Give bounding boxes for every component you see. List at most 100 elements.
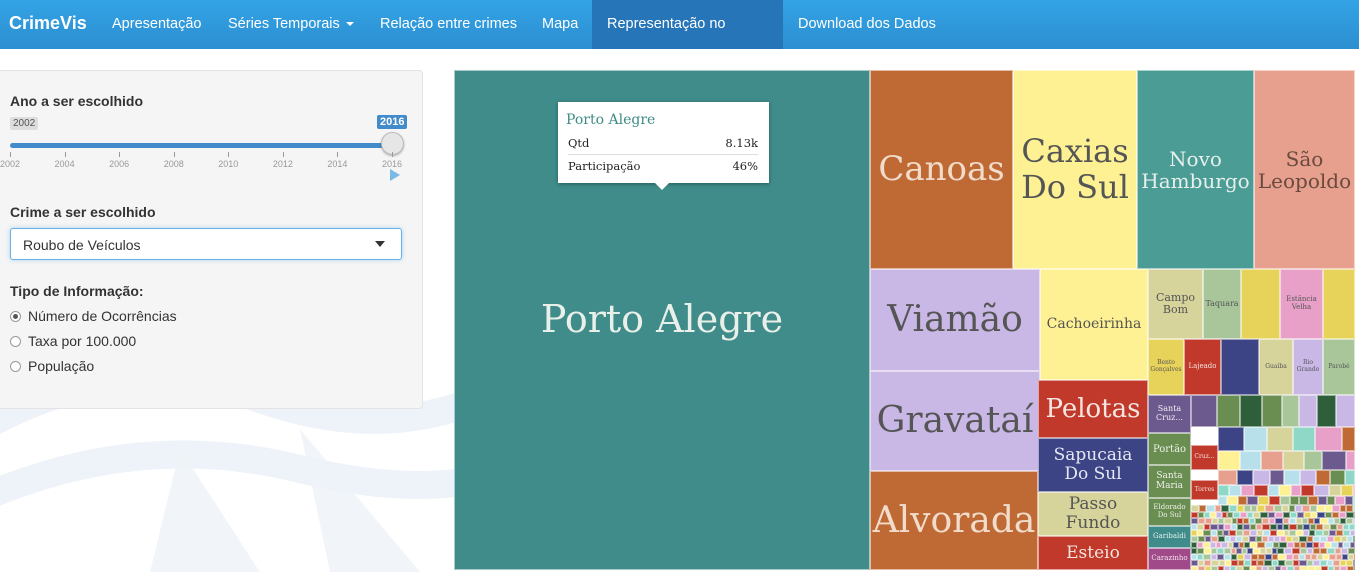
treemap-cell[interactable] — [1322, 451, 1346, 470]
treemap-cell[interactable] — [1284, 470, 1300, 485]
radio-ocorrencias[interactable]: Número de Ocorrências — [10, 308, 177, 324]
treemap-cell[interactable] — [1323, 269, 1355, 339]
treemap-cell[interactable] — [1237, 470, 1253, 485]
treemap-cell[interactable]: Cachoeirinha — [1040, 269, 1148, 380]
treemap-cell[interactable] — [1318, 496, 1327, 505]
treemap-cell[interactable]: Novo Hamburgo — [1137, 70, 1254, 269]
treemap-cell[interactable] — [1211, 566, 1218, 570]
treemap-cell[interactable] — [1253, 470, 1270, 485]
treemap-cell[interactable] — [1241, 485, 1254, 496]
treemap-cell[interactable] — [1327, 496, 1335, 505]
treemap-cell[interactable] — [1330, 470, 1345, 485]
treemap-cell[interactable]: Garibaldi — [1148, 526, 1191, 548]
treemap-cell[interactable]: Lajeado — [1184, 339, 1221, 395]
treemap-cell[interactable]: Passo Fundo — [1038, 492, 1148, 536]
treemap-cell[interactable] — [1244, 505, 1251, 512]
treemap-cell[interactable] — [1325, 505, 1332, 512]
treemap-cell[interactable] — [1227, 496, 1238, 505]
treemap-cell[interactable]: Campo Bom — [1148, 269, 1203, 339]
treemap-cell[interactable] — [1241, 269, 1280, 339]
treemap-cell[interactable] — [1342, 427, 1355, 451]
treemap-cell[interactable]: Rio Grande — [1293, 339, 1323, 395]
treemap-cell[interactable] — [1353, 505, 1355, 512]
treemap-cell[interactable] — [1247, 496, 1258, 505]
treemap-cell[interactable] — [1262, 395, 1282, 427]
treemap-cell[interactable] — [1310, 505, 1317, 512]
year-slider-track[interactable] — [10, 143, 394, 148]
treemap-cell[interactable] — [1221, 505, 1229, 512]
treemap-cell[interactable] — [1321, 566, 1328, 570]
treemap-cell[interactable]: Bento Gonçalves — [1148, 339, 1184, 395]
treemap-cell[interactable] — [1191, 395, 1217, 427]
radio-populacao[interactable]: População — [10, 358, 94, 374]
treemap-cell[interactable] — [1287, 566, 1294, 570]
treemap-cell[interactable] — [1240, 395, 1262, 427]
treemap-cell[interactable] — [1283, 451, 1304, 470]
treemap-cell[interactable] — [1268, 566, 1275, 570]
treemap-cell[interactable] — [1340, 566, 1347, 570]
radio-icon[interactable] — [10, 361, 21, 372]
treemap-cell[interactable] — [1301, 485, 1314, 496]
treemap-cell[interactable] — [1267, 427, 1293, 451]
radio-taxa[interactable]: Taxa por 100.000 — [10, 333, 136, 349]
treemap-cell[interactable] — [1218, 470, 1237, 485]
treemap-cell[interactable]: Taquara — [1203, 269, 1241, 339]
treemap-cell[interactable] — [1218, 427, 1244, 451]
treemap-cell[interactable] — [1237, 505, 1244, 512]
nav-estado[interactable]: Representação no estado — [592, 0, 783, 80]
treemap-cell[interactable] — [1269, 496, 1280, 505]
treemap-cell[interactable]: Sapucaia Do Sul — [1038, 438, 1148, 492]
treemap-cell[interactable] — [1206, 505, 1215, 512]
treemap-cell[interactable] — [1270, 470, 1284, 485]
treemap-cell[interactable] — [1257, 505, 1265, 512]
treemap-cell[interactable] — [1218, 485, 1229, 496]
treemap-cell[interactable] — [1302, 505, 1310, 512]
treemap-cell[interactable] — [1341, 485, 1353, 496]
treemap-cell[interactable] — [1261, 451, 1283, 470]
treemap-cell[interactable] — [1332, 505, 1340, 512]
treemap-cell[interactable] — [1191, 566, 1198, 570]
treemap-cell[interactable] — [1335, 496, 1345, 505]
treemap-cell[interactable] — [1199, 505, 1206, 512]
nav-relacao[interactable]: Relação entre crimes — [365, 0, 532, 49]
treemap-cell[interactable] — [1198, 566, 1205, 570]
treemap-cell[interactable] — [1218, 496, 1227, 505]
treemap-cell[interactable]: São Leopoldo — [1254, 70, 1355, 269]
nav-apresentacao[interactable]: Apresentação — [97, 0, 216, 49]
treemap-cell[interactable]: Carazinho — [1148, 548, 1191, 570]
treemap-cell[interactable] — [1300, 470, 1316, 485]
treemap-cell[interactable] — [1191, 505, 1199, 512]
treemap-cell[interactable]: Guaíba — [1259, 339, 1293, 395]
treemap-cell[interactable] — [1345, 470, 1355, 485]
treemap-cell[interactable] — [1345, 496, 1353, 505]
treemap-cell[interactable] — [1329, 485, 1341, 496]
nav-series-temporais[interactable]: Séries Temporais — [213, 0, 369, 49]
treemap-cell[interactable] — [1347, 566, 1354, 570]
brand[interactable]: CrimeVis — [9, 13, 87, 34]
treemap-cell[interactable]: Santa Cruz... — [1148, 395, 1191, 433]
treemap-cell[interactable] — [1290, 496, 1299, 505]
radio-icon[interactable] — [10, 311, 21, 322]
treemap-cell[interactable] — [1280, 496, 1290, 505]
treemap-cell[interactable]: Canoas — [870, 70, 1013, 269]
treemap-cell[interactable] — [1308, 496, 1318, 505]
treemap-cell[interactable] — [1314, 485, 1329, 496]
treemap-cell[interactable] — [1308, 566, 1315, 570]
treemap-cell[interactable]: Santa Maria — [1148, 465, 1191, 498]
play-icon[interactable] — [390, 169, 400, 181]
nav-mapa[interactable]: Mapa — [527, 0, 593, 49]
treemap-cell[interactable] — [1240, 451, 1261, 470]
treemap-cell[interactable] — [1265, 505, 1274, 512]
treemap-cell[interactable] — [1243, 566, 1250, 570]
treemap-cell[interactable] — [1291, 485, 1301, 496]
treemap-cell[interactable] — [1268, 485, 1279, 496]
treemap-cell[interactable] — [1254, 485, 1268, 496]
treemap-cell[interactable] — [1238, 496, 1247, 505]
treemap-cell[interactable] — [1218, 451, 1240, 470]
treemap-cell[interactable]: Esteio — [1038, 536, 1148, 570]
treemap-cell[interactable] — [1346, 505, 1353, 512]
treemap-cell[interactable]: Parobé — [1323, 339, 1355, 395]
treemap-cell[interactable] — [1317, 395, 1336, 427]
treemap-cell[interactable] — [1282, 395, 1299, 427]
treemap-cell[interactable] — [1279, 485, 1291, 496]
